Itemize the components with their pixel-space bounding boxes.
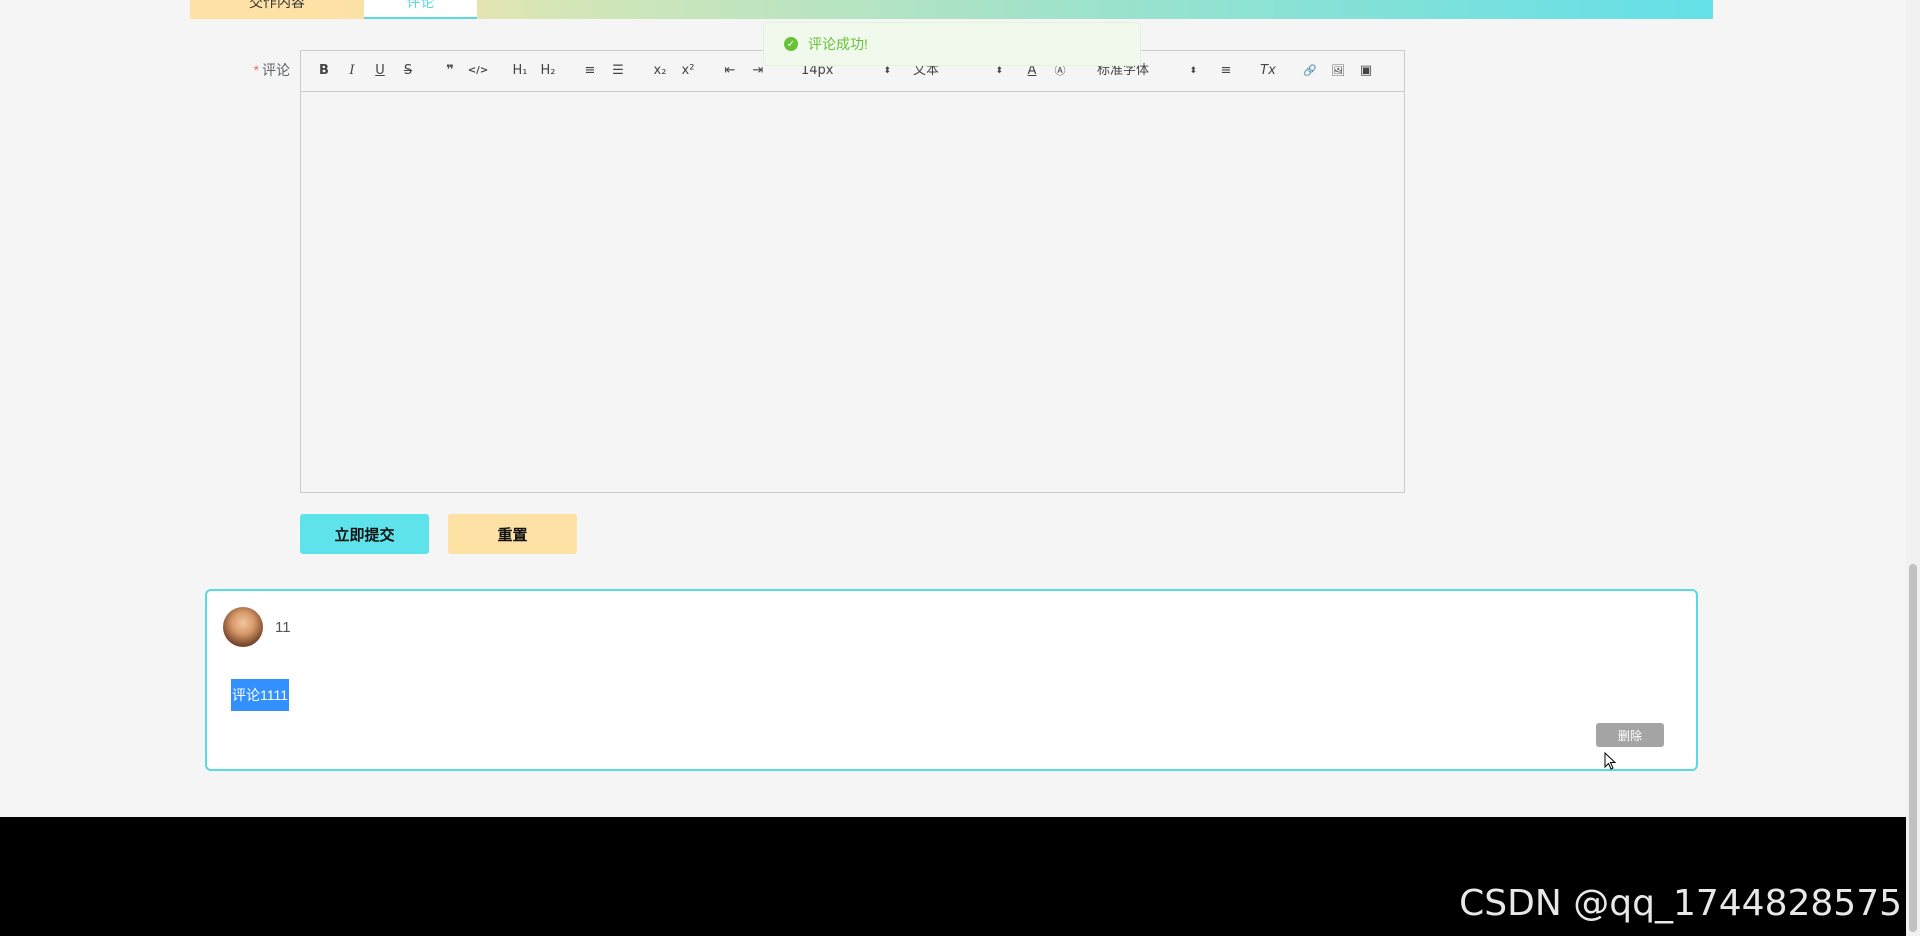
watermark: CSDN @qq_1744828575 <box>1459 883 1902 924</box>
check-circle-icon: ✓ <box>784 37 798 51</box>
tab-comment[interactable]: 评论 <box>364 0 477 19</box>
superscript-icon[interactable]: x² <box>677 61 699 81</box>
success-toast: ✓ 评论成功! <box>763 22 1141 66</box>
comment-card: 11 评论1111 删除 <box>205 589 1698 771</box>
reset-button[interactable]: 重置 <box>448 514 577 554</box>
subscript-icon[interactable]: x₂ <box>649 61 671 81</box>
comment-username: 11 <box>275 619 291 636</box>
vertical-scrollbar[interactable] <box>1906 0 1920 936</box>
outdent-icon[interactable]: ⇤ <box>719 61 741 81</box>
strikethrough-icon[interactable]: S <box>397 61 419 81</box>
clear-format-icon[interactable]: Tx <box>1257 61 1279 81</box>
editor-content-area[interactable] <box>301 92 1404 492</box>
video-icon[interactable]: ▣ <box>1355 61 1377 81</box>
select-caret-icon: ⬍ <box>1189 66 1197 76</box>
comment-label: * 评论 <box>253 62 290 78</box>
heading1-icon[interactable]: H₁ <box>509 61 531 81</box>
comment-content: 评论1111 <box>231 679 290 711</box>
bullet-list-icon[interactable]: ☰ <box>607 61 629 81</box>
avatar <box>223 607 263 647</box>
tab-strip: 交作内容 评论 <box>190 0 1713 19</box>
rich-text-editor: B I U S ❞ </> H₁ H₂ ≡ ☰ x₂ x² ⇤ ⇥ 14px ⬍… <box>300 50 1405 493</box>
tab-detail[interactable]: 交作内容 <box>190 0 364 19</box>
page-footer: CSDN @qq_1744828575 <box>0 817 1906 936</box>
italic-icon[interactable]: I <box>341 61 363 81</box>
bold-icon[interactable]: B <box>313 61 335 81</box>
link-icon[interactable]: 🔗 <box>1299 61 1321 81</box>
blockquote-icon[interactable]: ❞ <box>439 61 461 81</box>
image-icon[interactable]: 🖼 <box>1327 61 1349 81</box>
mouse-cursor-icon <box>1604 752 1616 770</box>
code-block-icon[interactable]: </> <box>467 61 489 81</box>
required-mark: * <box>253 62 259 78</box>
underline-icon[interactable]: U <box>369 61 391 81</box>
ordered-list-icon[interactable]: ≡ <box>579 61 601 81</box>
heading2-icon[interactable]: H₂ <box>537 61 559 81</box>
toast-message: 评论成功! <box>808 36 868 52</box>
submit-button[interactable]: 立即提交 <box>300 514 429 554</box>
align-icon[interactable]: ≡ <box>1215 61 1237 81</box>
scroll-thumb[interactable] <box>1909 564 1917 932</box>
delete-button[interactable]: 删除 <box>1596 723 1664 747</box>
